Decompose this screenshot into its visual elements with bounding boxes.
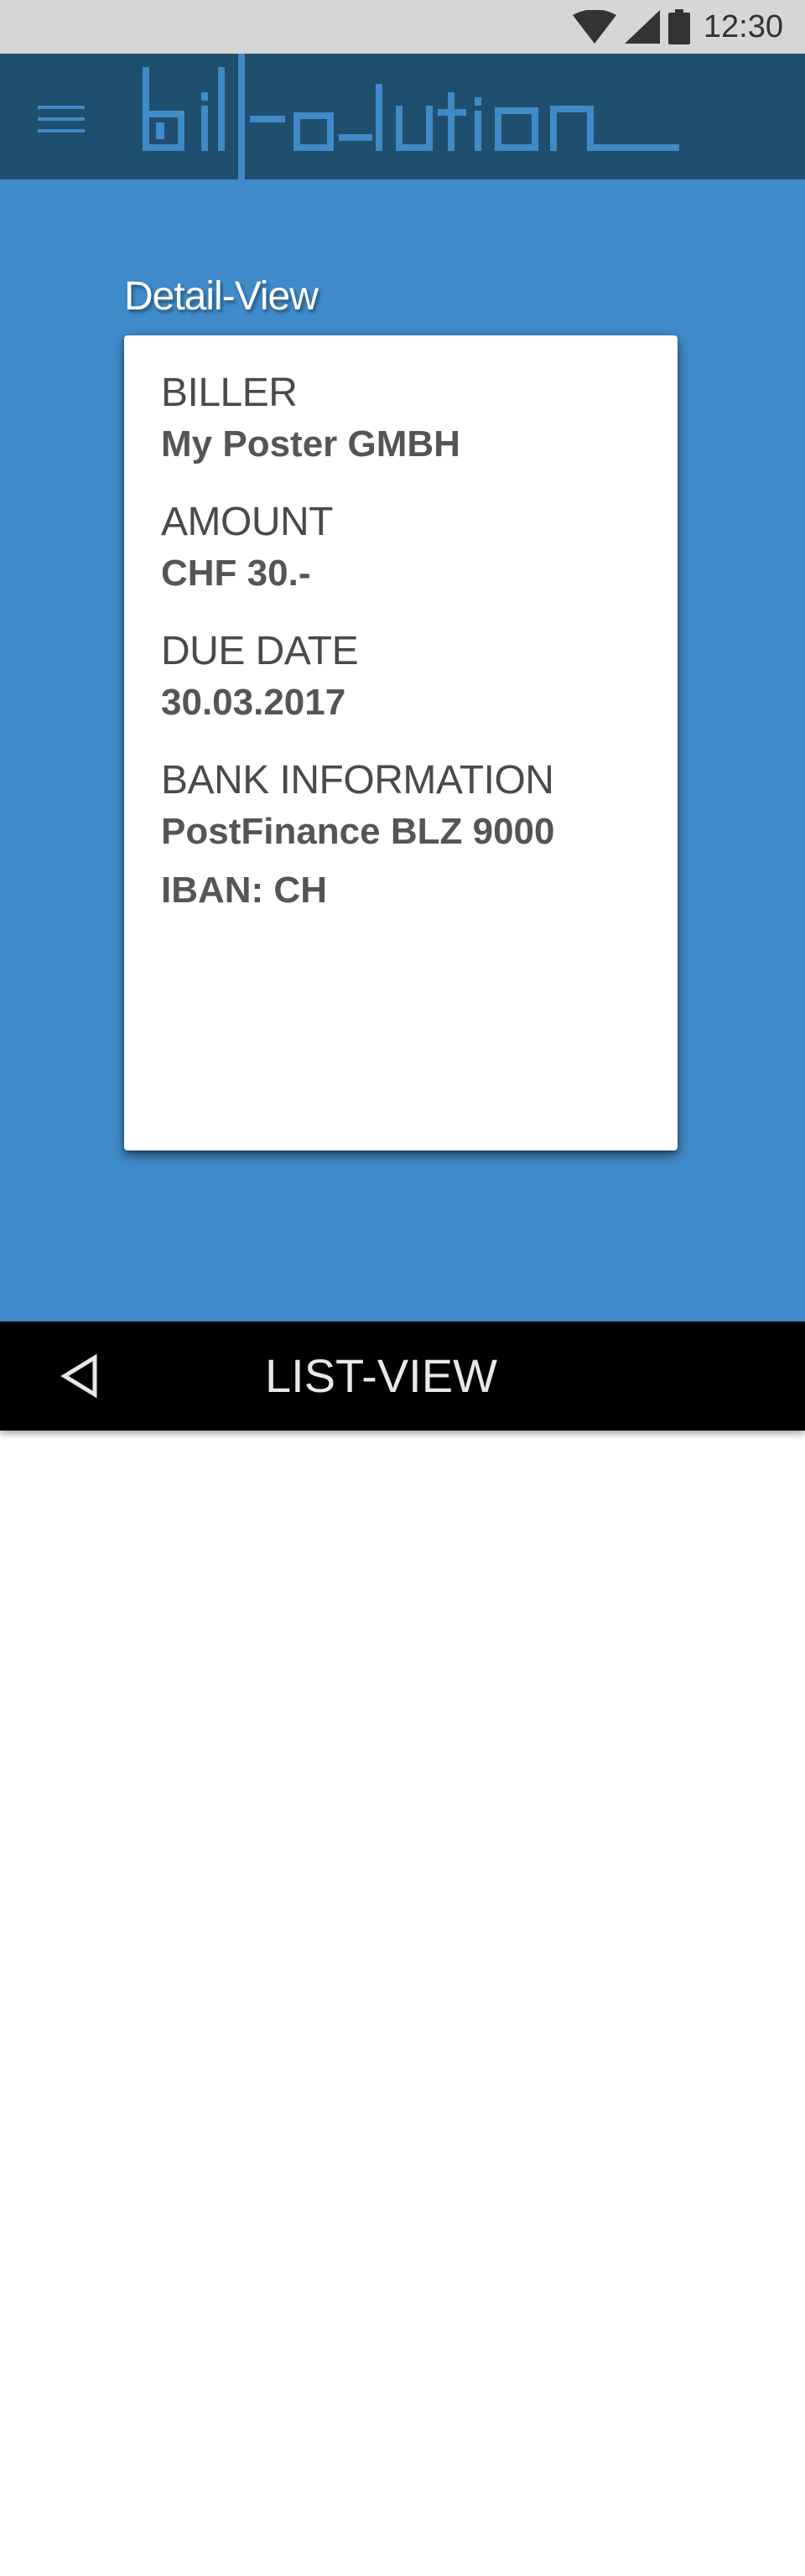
bank-name-value: PostFinance BLZ 9000 bbox=[161, 811, 555, 852]
bill-detail-card: BILLER My Poster GMBH AMOUNT CHF 30.- DU… bbox=[124, 335, 678, 1150]
status-time: 12:30 bbox=[703, 8, 783, 44]
biller-field: BILLER My Poster GMBH bbox=[161, 369, 641, 468]
amount-label: AMOUNT bbox=[161, 500, 333, 544]
hamburger-menu-icon[interactable] bbox=[30, 94, 96, 144]
battery-icon bbox=[667, 9, 690, 44]
iban-value: IBAN: CH bbox=[161, 870, 327, 911]
page-title: Detail-View bbox=[124, 274, 319, 319]
amount-value: CHF 30.- bbox=[161, 553, 311, 594]
status-bar: 12:30 bbox=[0, 0, 805, 54]
due-date-label: DUE DATE bbox=[161, 629, 359, 673]
app-logo: bill-o-lution bbox=[134, 50, 683, 183]
due-date-field: DUE DATE 30.03.2017 bbox=[161, 627, 641, 726]
amount-field: AMOUNT CHF 30.- bbox=[161, 498, 641, 597]
biller-value: My Poster GMBH bbox=[161, 423, 460, 465]
biller-label: BILLER bbox=[161, 371, 298, 415]
bottom-nav-bar: LIST-VIEW bbox=[0, 1322, 805, 1431]
cellular-signal-icon bbox=[624, 10, 660, 44]
list-view-button[interactable]: LIST-VIEW bbox=[265, 1322, 497, 1431]
due-date-value: 30.03.2017 bbox=[161, 682, 346, 723]
back-triangle-icon[interactable] bbox=[50, 1347, 109, 1405]
main-content: Detail-View BILLER My Poster GMBH AMOUNT… bbox=[0, 179, 805, 1322]
bank-information-field: BANK INFORMATION PostFinance BLZ 9000 IB… bbox=[161, 756, 641, 914]
bank-information-label: BANK INFORMATION bbox=[161, 758, 554, 802]
wifi-icon bbox=[572, 10, 616, 44]
app-bar: bill-o-lution bbox=[0, 50, 805, 183]
